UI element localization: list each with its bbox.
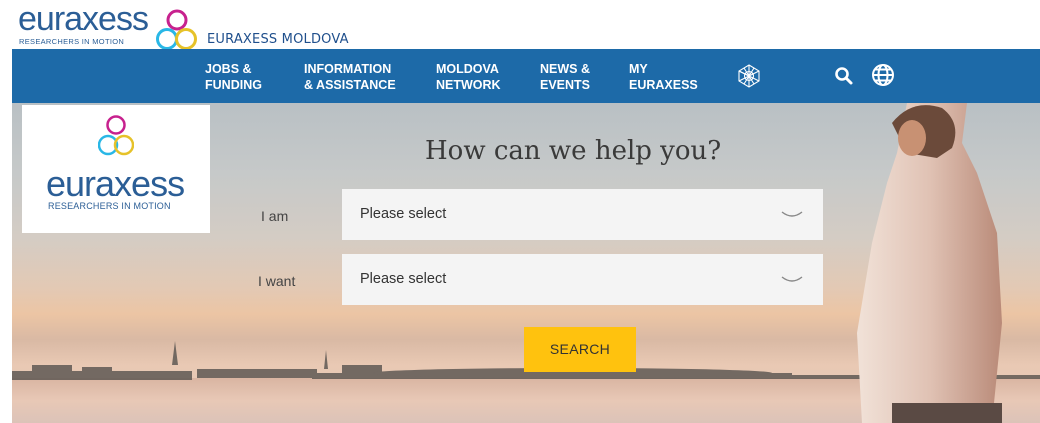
i-want-select[interactable]: Please select xyxy=(342,254,823,305)
nav-label: EURAXESS xyxy=(629,78,698,92)
hero-logo-card: euraxess RESEARCHERS IN MOTION xyxy=(22,105,210,233)
chevron-down-icon xyxy=(781,276,803,282)
nav-label: FUNDING xyxy=(205,78,262,92)
nav-label: JOBS & xyxy=(205,62,252,76)
logo-wordmark: euraxess xyxy=(46,163,185,204)
nav-my-euraxess[interactable]: MY EURAXESS xyxy=(629,61,698,93)
logo-tagline: RESEARCHERS IN MOTION xyxy=(19,37,125,46)
i-am-label: I am xyxy=(261,208,289,224)
site-name[interactable]: EURAXESS MOLDOVA xyxy=(207,32,349,47)
nav-information-assistance[interactable]: INFORMATION & ASSISTANCE xyxy=(304,61,396,93)
logo-rings-icon xyxy=(98,115,134,156)
hero-title: How can we help you? xyxy=(425,136,722,166)
site-header: euraxess RESEARCHERS IN MOTION EURAXESS … xyxy=(0,0,1040,50)
nav-label: NETWORK xyxy=(436,78,501,92)
nav-label: INFORMATION xyxy=(304,62,392,76)
nav-label: NEWS & xyxy=(540,62,590,76)
person-figure xyxy=(857,103,1002,423)
nav-jobs-funding[interactable]: JOBS & FUNDING xyxy=(205,61,262,93)
hero-banner: euraxess RESEARCHERS IN MOTION How can w… xyxy=(12,103,1040,423)
nav-label: & ASSISTANCE xyxy=(304,78,396,92)
globe-icon[interactable] xyxy=(871,63,895,87)
euraxess-logo[interactable]: euraxess RESEARCHERS IN MOTION xyxy=(18,0,198,50)
search-button[interactable]: SEARCH xyxy=(524,327,636,372)
search-icon[interactable] xyxy=(834,66,854,86)
i-want-select-value: Please select xyxy=(360,271,447,287)
i-want-label: I want xyxy=(258,273,296,289)
nav-news-events[interactable]: NEWS & EVENTS xyxy=(540,61,590,93)
logo-tagline: RESEARCHERS IN MOTION xyxy=(48,201,171,211)
nav-label: EVENTS xyxy=(540,78,591,92)
nav-label: MY xyxy=(629,62,648,76)
network-icon[interactable] xyxy=(736,63,762,89)
logo-wordmark: euraxess xyxy=(18,0,149,38)
nav-moldova-network[interactable]: MOLDOVA NETWORK xyxy=(436,61,501,93)
logo-rings-icon xyxy=(156,9,197,50)
main-nav: JOBS & FUNDING INFORMATION & ASSISTANCE … xyxy=(12,49,1040,103)
chevron-down-icon xyxy=(781,211,803,217)
i-am-select-value: Please select xyxy=(360,206,447,222)
nav-label: MOLDOVA xyxy=(436,62,499,76)
i-am-select[interactable]: Please select xyxy=(342,189,823,240)
